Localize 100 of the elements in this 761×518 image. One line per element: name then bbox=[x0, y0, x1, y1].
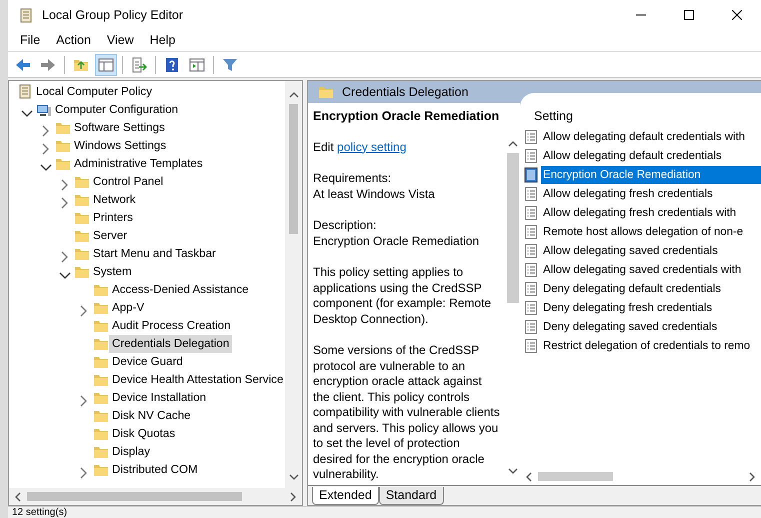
menu-item[interactable]: File bbox=[12, 31, 48, 50]
back-icon bbox=[15, 56, 31, 72]
requirements-value: At least Windows Vista bbox=[313, 186, 436, 202]
scrollbar-thumb[interactable] bbox=[538, 472, 613, 481]
policy-setting-link[interactable]: policy setting bbox=[337, 140, 406, 154]
forward-icon bbox=[40, 56, 56, 72]
console-tree-icon bbox=[98, 56, 114, 72]
tree-item[interactable]: Server bbox=[90, 227, 130, 245]
scrollbar-thumb[interactable] bbox=[289, 104, 298, 234]
folder-icon bbox=[93, 354, 109, 370]
tree-item[interactable]: Control Panel bbox=[90, 173, 166, 191]
scroll-right-icon[interactable] bbox=[288, 491, 298, 504]
folder-icon bbox=[74, 264, 90, 280]
scroll-left-icon[interactable] bbox=[524, 471, 534, 484]
tree-item[interactable]: Credentials Delegation bbox=[109, 335, 232, 353]
folder-icon bbox=[93, 426, 109, 442]
folder-icon bbox=[93, 336, 109, 352]
setting-icon bbox=[524, 262, 538, 278]
tree-item[interactable]: Distributed COM bbox=[109, 461, 201, 479]
folder-icon bbox=[74, 246, 90, 262]
tree-item[interactable]: Access-Denied Assistance bbox=[109, 281, 252, 299]
setting-item[interactable]: Allow delegating default credentials with bbox=[541, 128, 747, 146]
maximize-icon bbox=[684, 10, 694, 20]
computer-icon bbox=[36, 102, 52, 118]
tree-item[interactable]: App-V bbox=[109, 299, 148, 317]
setting-item[interactable]: Deny delegating saved credentials bbox=[541, 318, 720, 336]
scroll-down-icon[interactable] bbox=[286, 472, 300, 482]
menu-item[interactable]: Action bbox=[48, 31, 99, 50]
folder-icon bbox=[55, 156, 71, 172]
tree-item[interactable]: Administrative Templates bbox=[71, 155, 206, 173]
setting-icon bbox=[524, 148, 538, 164]
setting-icon bbox=[524, 186, 538, 202]
setting-icon bbox=[524, 224, 538, 240]
folder-icon bbox=[93, 318, 109, 334]
description-label: Description: bbox=[313, 218, 378, 234]
tree-item[interactable]: Disk Quotas bbox=[109, 425, 178, 443]
setting-item[interactable]: Allow delegating default credentials bbox=[541, 146, 724, 164]
description-value: Encryption Oracle Remediation bbox=[313, 234, 480, 249]
folder-icon bbox=[74, 174, 90, 190]
tree-item[interactable]: Display bbox=[109, 443, 154, 461]
setting-item[interactable]: Allow delegating saved credentials with bbox=[541, 260, 744, 278]
scroll-down-icon[interactable] bbox=[506, 466, 520, 476]
setting-title: Encryption Oracle Remediation bbox=[313, 109, 500, 124]
pane-title: Credentials Delegation bbox=[342, 84, 468, 101]
tree-item[interactable]: Device Guard bbox=[109, 353, 186, 371]
column-header[interactable]: Setting bbox=[520, 93, 761, 123]
properties-icon bbox=[189, 56, 205, 72]
scroll-right-icon[interactable] bbox=[747, 471, 757, 484]
tree-item[interactable]: System bbox=[90, 263, 135, 281]
description-paragraph: Some versions of the CredSSP protocol are vulnerable to an encryption oracle attack against the client. This policy controls compatibility with vulnerable clients and servers. This policy allows you to set the level of protection desired for the encryption oracle vulnerability. bbox=[313, 343, 500, 482]
tree-item[interactable]: Network bbox=[90, 191, 139, 209]
tree-item[interactable]: Printers bbox=[90, 209, 136, 227]
edit-label: Edit bbox=[313, 140, 335, 154]
tree-item[interactable]: Computer Configuration bbox=[52, 101, 182, 119]
setting-item[interactable]: Remote host allows delegation of non-e bbox=[541, 222, 746, 240]
tree-item[interactable]: Device Installation bbox=[109, 389, 210, 407]
view-tab[interactable]: Standard bbox=[378, 487, 444, 505]
tree-item[interactable]: Start Menu and Taskbar bbox=[90, 245, 219, 263]
setting-item[interactable]: Allow delegating fresh credentials bbox=[541, 184, 715, 202]
tree-item[interactable]: Windows Settings bbox=[71, 137, 170, 155]
tree-item[interactable]: Device Health Attestation Service bbox=[109, 371, 285, 389]
setting-icon bbox=[524, 204, 538, 220]
setting-icon bbox=[524, 128, 538, 144]
folder-icon bbox=[55, 138, 71, 154]
setting-icon bbox=[524, 318, 538, 334]
tree-item[interactable]: Disk NV Cache bbox=[109, 407, 194, 425]
setting-item[interactable]: Restrict delegation of credentials to remo bbox=[541, 336, 752, 354]
horizontal-scrollbar[interactable] bbox=[9, 488, 302, 505]
filter-icon bbox=[222, 56, 238, 72]
folder-icon bbox=[93, 282, 109, 298]
setting-item[interactable]: Allow delegating saved credentials bbox=[541, 242, 720, 260]
console-tree-button[interactable] bbox=[95, 54, 117, 76]
folder-icon bbox=[74, 228, 90, 244]
tree-item[interactable]: Audit Process Creation bbox=[109, 317, 234, 335]
setting-item[interactable]: Deny delegating default credentials bbox=[541, 280, 723, 298]
setting-icon bbox=[524, 166, 538, 182]
setting-item[interactable]: Encryption Oracle Remediation bbox=[541, 166, 761, 184]
setting-item[interactable]: Allow delegating fresh credentials with bbox=[541, 204, 738, 222]
folder-icon bbox=[93, 300, 109, 316]
scrollbar-thumb[interactable] bbox=[506, 153, 518, 303]
view-tab[interactable]: Extended bbox=[312, 487, 379, 505]
scrollbar-thumb[interactable] bbox=[27, 492, 242, 501]
folder-icon bbox=[318, 84, 334, 100]
folder-icon bbox=[93, 462, 109, 478]
setting-item[interactable]: Deny delegating fresh credentials bbox=[541, 298, 714, 316]
setting-icon bbox=[524, 300, 538, 316]
setting-icon bbox=[524, 280, 538, 296]
setting-icon bbox=[524, 242, 538, 258]
menu-item[interactable]: View bbox=[98, 31, 142, 50]
folder-icon bbox=[93, 408, 109, 424]
tree-item[interactable]: Local Computer Policy bbox=[33, 83, 155, 101]
menu-item[interactable]: Help bbox=[142, 31, 184, 50]
tree-item[interactable]: Software Settings bbox=[71, 119, 168, 137]
description-paragraph: This policy setting applies to applications using the CredSSP component (for example: Remote Desktop Connection). bbox=[313, 265, 492, 327]
policy-icon bbox=[17, 84, 33, 100]
vertical-scrollbar[interactable] bbox=[285, 81, 302, 488]
setting-icon bbox=[524, 338, 538, 354]
scroll-left-icon[interactable] bbox=[13, 491, 23, 504]
close-icon bbox=[732, 10, 742, 20]
folder-icon bbox=[93, 372, 109, 388]
